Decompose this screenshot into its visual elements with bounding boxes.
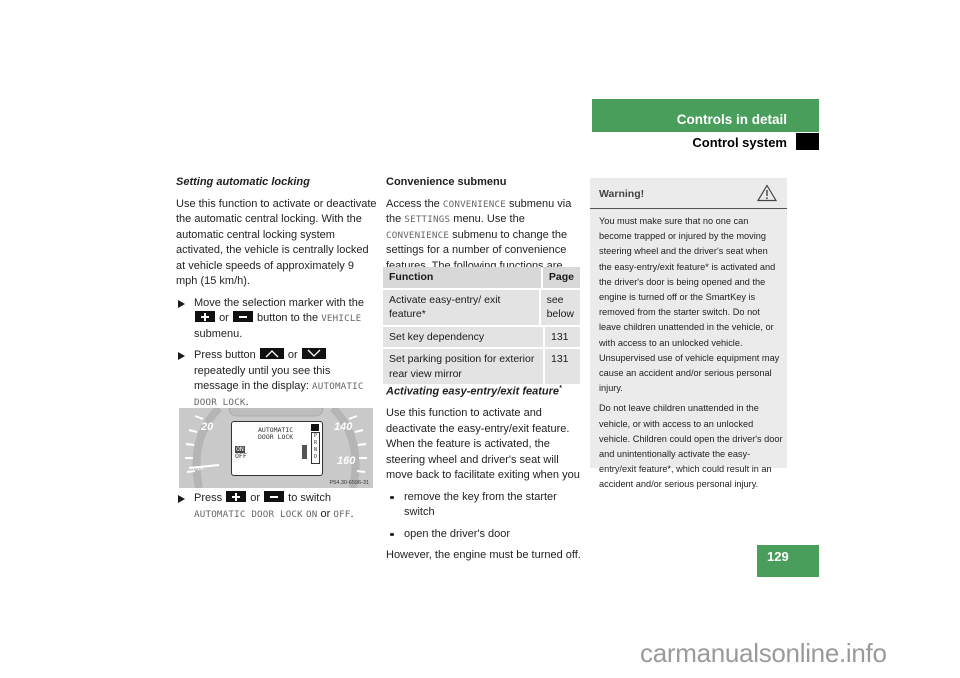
table-row: Set key dependency 131 [383,326,580,349]
step-2: Press button or repeatedly until you see… [176,348,378,410]
minus-button-icon [264,491,285,502]
step-3: Press or to switch AUTOMATIC DOOR LOCK O… [176,491,378,522]
lcd-gear-marker [311,424,319,431]
watermark: carmanualsonline.info [640,638,887,668]
warning-paragraph: You must make sure that no one can becom… [599,216,780,394]
step-arrow-icon [178,299,185,308]
warning-header: Warning! [590,178,787,209]
lcd-screen: AUTOMATIC DOOR LOCK ON OFF P R N D [231,421,323,476]
image-caption: P54.30-6596-31 [329,480,369,486]
lcd-plus-minus-indicator [302,445,307,459]
gear-indicator: P R N D [311,432,320,464]
lcd-line-2: DOOR LOCK [258,433,294,441]
step-1: Move the selection marker with the or bu… [176,296,378,343]
warning-box: Warning! You must make sure that no one … [590,178,787,489]
menu-vehicle: VEHICLE [321,313,362,324]
gauge-label-20: 20 [201,421,214,433]
middle-column-bottom: Activating easy-entry/exit feature* Use … [386,381,584,570]
table-header-page: Page [540,267,580,288]
plus-button-icon [226,491,247,502]
up-arrow-button-icon [259,348,284,359]
header-marker-block [796,133,819,150]
instrument-cluster-illustration: 20 140 160 mph AUTOMATIC DOOR LOCK ON OF… [179,408,373,488]
bullet-icon [390,532,394,537]
warning-triangle-icon [756,184,778,207]
easy-entry-body: Use this function to activate and deacti… [386,407,580,482]
bullet-icon [390,495,394,500]
section-title: Controls in detail [676,112,787,127]
functions-table: Function Page Activate easy-entry/ exit … [383,267,580,386]
intro-paragraph: Use this function to activate or deactiv… [176,197,377,288]
step-arrow-icon [178,352,185,360]
page-number: 129 [767,549,789,564]
heading-convenience-submenu: Convenience submenu [386,176,507,188]
table-header-function: Function [383,267,541,288]
gauge-label-140: 140 [334,421,353,433]
left-column-step-3: Press or to switch AUTOMATIC DOOR LOCK O… [176,491,378,528]
warning-body: You must make sure that no one can becom… [599,214,783,498]
section-header-bar: Controls in detail [592,99,819,132]
heading-easy-entry: Activating easy-entry/exit feature* [386,385,562,398]
table-row: Activate easy-entry/ exit feature* see b… [383,289,580,327]
list-item: remove the key from the starter switch [386,490,584,521]
heading-automatic-locking: Setting automatic locking [176,176,310,188]
list-item: open the driver's door [386,527,584,543]
subsection-title: Control system [692,135,787,150]
minus-button-icon [232,311,253,322]
step-arrow-icon [178,495,185,503]
table-header-row: Function Page [383,267,580,290]
page-number-box: 129 [757,545,819,577]
warning-paragraph: Do not leave children unattended in the … [599,403,783,490]
down-arrow-button-icon [301,348,326,359]
easy-entry-closing: However, the engine must be turned off. [386,549,581,562]
gauge-unit: mph [193,466,204,472]
plus-button-icon [195,311,215,322]
lcd-option-off: OFF [235,452,247,460]
warning-title: Warning! [599,188,645,200]
gauge-label-160: 160 [337,455,356,467]
